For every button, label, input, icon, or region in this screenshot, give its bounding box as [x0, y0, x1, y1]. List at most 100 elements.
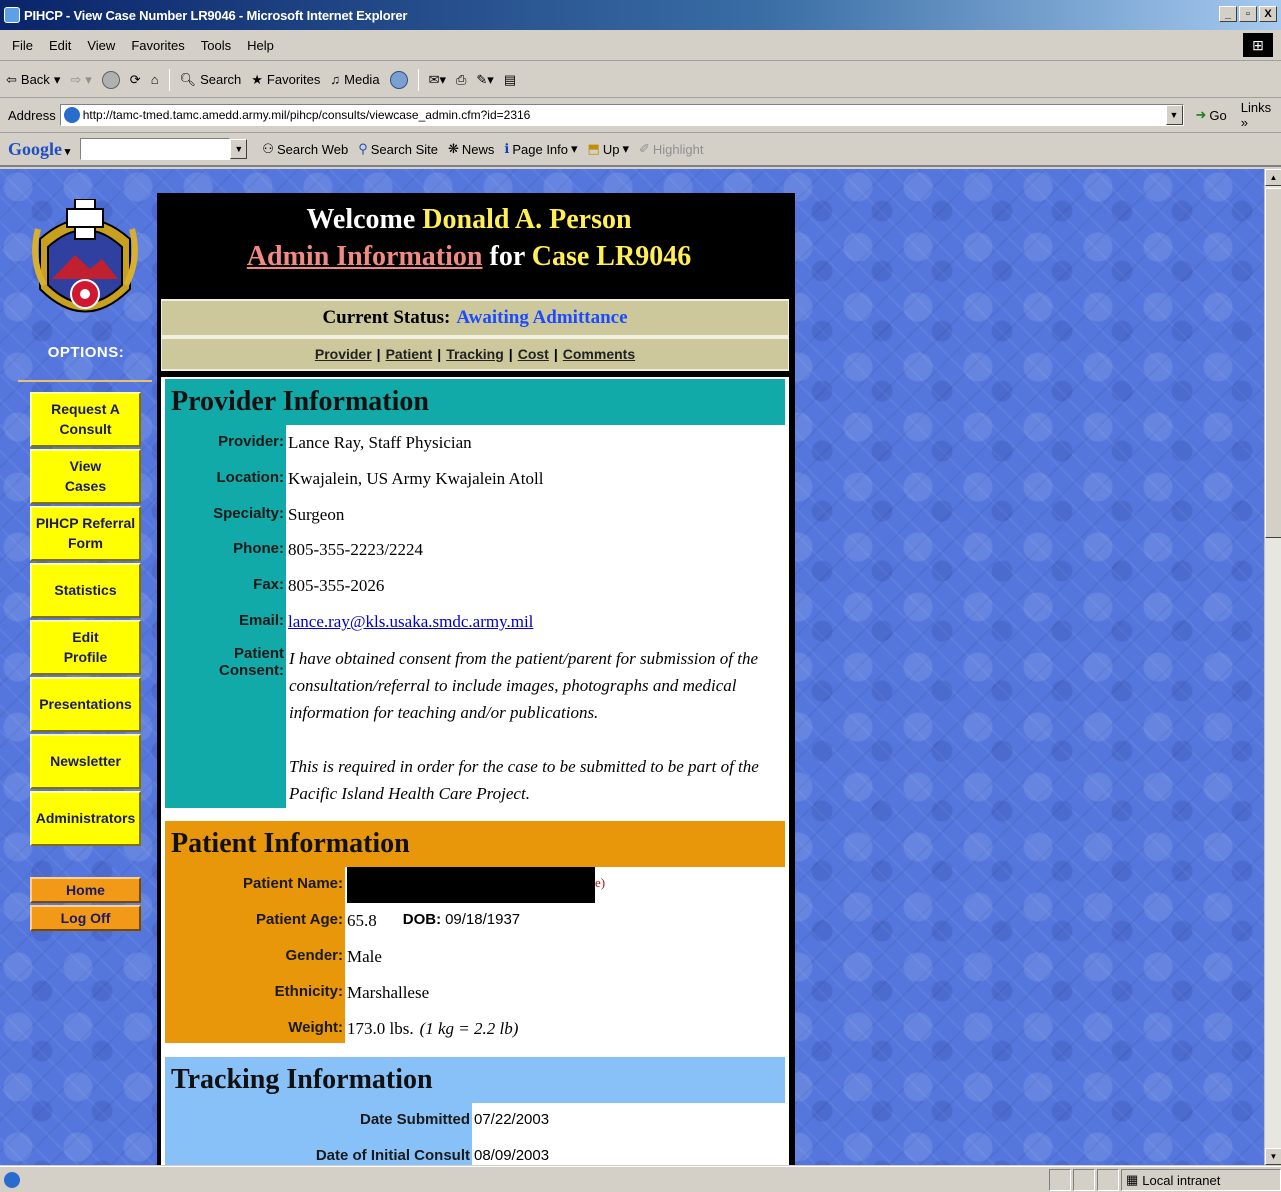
- history-icon: [389, 70, 408, 89]
- case-number: Case LR9046: [531, 241, 692, 272]
- date-submitted-label: Date Submitted: [359, 1111, 470, 1128]
- dropdown-arrow-icon: ▾: [571, 141, 578, 156]
- initial-consult-label: Date of Initial Consult: [315, 1147, 470, 1164]
- page-info-button[interactable]: ℹ Page Info ▾: [504, 141, 577, 157]
- phone-label: Phone:: [233, 540, 284, 557]
- refresh-button[interactable]: ⟳: [130, 72, 141, 88]
- administrators-button[interactable]: Administrators: [30, 791, 141, 846]
- referral-form-button[interactable]: PIHCP Referral Form: [30, 506, 141, 561]
- ie-page-icon: [63, 107, 80, 123]
- search-label: Search: [200, 72, 242, 87]
- google-search-input[interactable]: ▼: [80, 138, 248, 160]
- google-toolbar: Google ▾ ▼ ⚇ Search Web ⚲ Search Site ❋ …: [0, 133, 1281, 167]
- email-link[interactable]: lance.ray@kls.usaka.smdc.army.mil: [288, 612, 533, 631]
- links-button[interactable]: Links »: [1241, 100, 1281, 130]
- menu-help[interactable]: Help: [239, 38, 282, 53]
- vertical-scrollbar[interactable]: ▲ ▼: [1264, 169, 1281, 1165]
- binoculars-icon: ⚇: [262, 141, 274, 156]
- for-text: for: [489, 241, 525, 272]
- sidebar-nav-secondary: Home Log Off: [30, 877, 141, 933]
- media-icon: ♫: [330, 72, 341, 87]
- cost-section-link[interactable]: Cost: [518, 346, 549, 362]
- scroll-thumb[interactable]: [1265, 188, 1281, 538]
- forward-button[interactable]: ⇨ ▾: [70, 72, 91, 88]
- media-toolbar-button[interactable]: ♫ Media: [330, 72, 379, 87]
- news-button[interactable]: ❋ News: [448, 141, 494, 157]
- menu-view[interactable]: View: [79, 38, 123, 53]
- edit-profile-button[interactable]: Edit Profile: [30, 620, 141, 675]
- site-search-icon: ⚲: [358, 141, 368, 156]
- history-button[interactable]: [389, 70, 408, 89]
- menu-file[interactable]: File: [0, 38, 41, 53]
- close-button[interactable]: X: [1259, 6, 1277, 22]
- discuss-button[interactable]: ▤: [504, 72, 516, 88]
- windows-logo-icon: ⊞: [1243, 33, 1273, 57]
- comments-section-link[interactable]: Comments: [563, 346, 635, 362]
- sidebar-divider: [18, 380, 152, 382]
- go-arrow-icon: ➜: [1195, 107, 1207, 122]
- newsletter-button[interactable]: Newsletter: [30, 734, 141, 789]
- menu-tools[interactable]: Tools: [193, 38, 239, 53]
- address-dropdown-button[interactable]: ▼: [1165, 105, 1183, 125]
- menu-favorites[interactable]: Favorites: [123, 38, 192, 53]
- back-button[interactable]: ⇦ Back ▾: [6, 72, 60, 88]
- address-label: Address: [8, 107, 56, 123]
- address-input[interactable]: http://tamc-tmed.tamc.amedd.army.mil/pih…: [59, 104, 1184, 126]
- provider-heading: Provider Information: [165, 379, 785, 425]
- restore-button[interactable]: ▫: [1239, 6, 1257, 22]
- search-site-button[interactable]: ⚲ Search Site: [358, 141, 438, 157]
- mail-button[interactable]: ✉▾: [429, 72, 446, 88]
- minimize-button[interactable]: _: [1219, 6, 1237, 22]
- zone-pane: ▦ Local intranet: [1121, 1169, 1281, 1191]
- status-pane: [1097, 1169, 1119, 1191]
- scroll-up-button[interactable]: ▲: [1265, 169, 1281, 186]
- specialty-value: Surgeon: [288, 505, 345, 524]
- search-toolbar-button[interactable]: 🔍︎ Search: [180, 72, 242, 88]
- menu-edit[interactable]: Edit: [41, 38, 79, 53]
- dob-value: 09/18/1937: [445, 911, 521, 928]
- google-logo[interactable]: Google ▾: [8, 139, 70, 160]
- home-button[interactable]: Home: [30, 877, 141, 903]
- tamc-emblem-logo: [32, 199, 138, 313]
- search-web-label: Search Web: [276, 141, 349, 157]
- edit-button[interactable]: ✎▾: [476, 72, 493, 88]
- go-label: Go: [1209, 107, 1227, 123]
- up-button[interactable]: ⬒ Up ▾: [588, 141, 629, 157]
- folder-up-icon: ⬒: [587, 141, 600, 156]
- news-icon: ❋: [447, 141, 459, 156]
- google-search-dropdown[interactable]: ▼: [230, 139, 248, 159]
- consent-text: I have obtained consent from the patient…: [289, 649, 759, 722]
- user-name: Donald A. Person: [422, 204, 632, 235]
- request-consult-button[interactable]: Request A Consult: [30, 392, 141, 447]
- search-web-button[interactable]: ⚇ Search Web: [262, 141, 348, 157]
- weight-value: 173.0 lbs.: [347, 1019, 414, 1038]
- go-button[interactable]: ➜ Go: [1196, 107, 1227, 123]
- section-links: Provider | Patient | Tracking | Cost | Comme…: [162, 339, 788, 369]
- view-cases-button[interactable]: View Cases: [30, 449, 141, 504]
- status-pane: [1073, 1169, 1095, 1191]
- address-bar: Address http://tamc-tmed.tamc.amedd.army…: [0, 98, 1281, 133]
- mail-icon: ✉▾: [428, 71, 446, 87]
- favorites-toolbar-button[interactable]: ★ Favorites: [251, 72, 320, 88]
- patient-name-suffix: e): [595, 875, 606, 890]
- tracking-section-link[interactable]: Tracking: [446, 346, 504, 362]
- scroll-down-button[interactable]: ▼: [1265, 1148, 1281, 1165]
- presentations-button[interactable]: Presentations: [30, 677, 141, 732]
- home-toolbar-button[interactable]: ⌂: [151, 72, 159, 87]
- provider-section-link[interactable]: Provider: [315, 346, 372, 362]
- print-icon: ⎙: [455, 71, 467, 87]
- admin-information-link[interactable]: Admin Information: [247, 241, 483, 272]
- favorites-label: Favorites: [266, 72, 321, 87]
- phone-value: 805-355-2223/2224: [288, 540, 424, 559]
- stop-button[interactable]: [101, 70, 120, 89]
- info-icon: ℹ: [504, 141, 510, 156]
- patient-section-link[interactable]: Patient: [386, 346, 433, 362]
- window-title: PIHCP - View Case Number LR9046 - Micros…: [24, 7, 408, 23]
- statistics-button[interactable]: Statistics: [30, 563, 141, 618]
- log-off-button[interactable]: Log Off: [30, 905, 141, 931]
- highlight-button[interactable]: ✐ Highlight: [639, 141, 704, 157]
- print-button[interactable]: ⎙: [456, 72, 466, 88]
- specialty-label: Specialty:: [213, 505, 284, 522]
- highlight-label: Highlight: [652, 141, 704, 157]
- back-arrow-icon: ⇦: [6, 71, 17, 87]
